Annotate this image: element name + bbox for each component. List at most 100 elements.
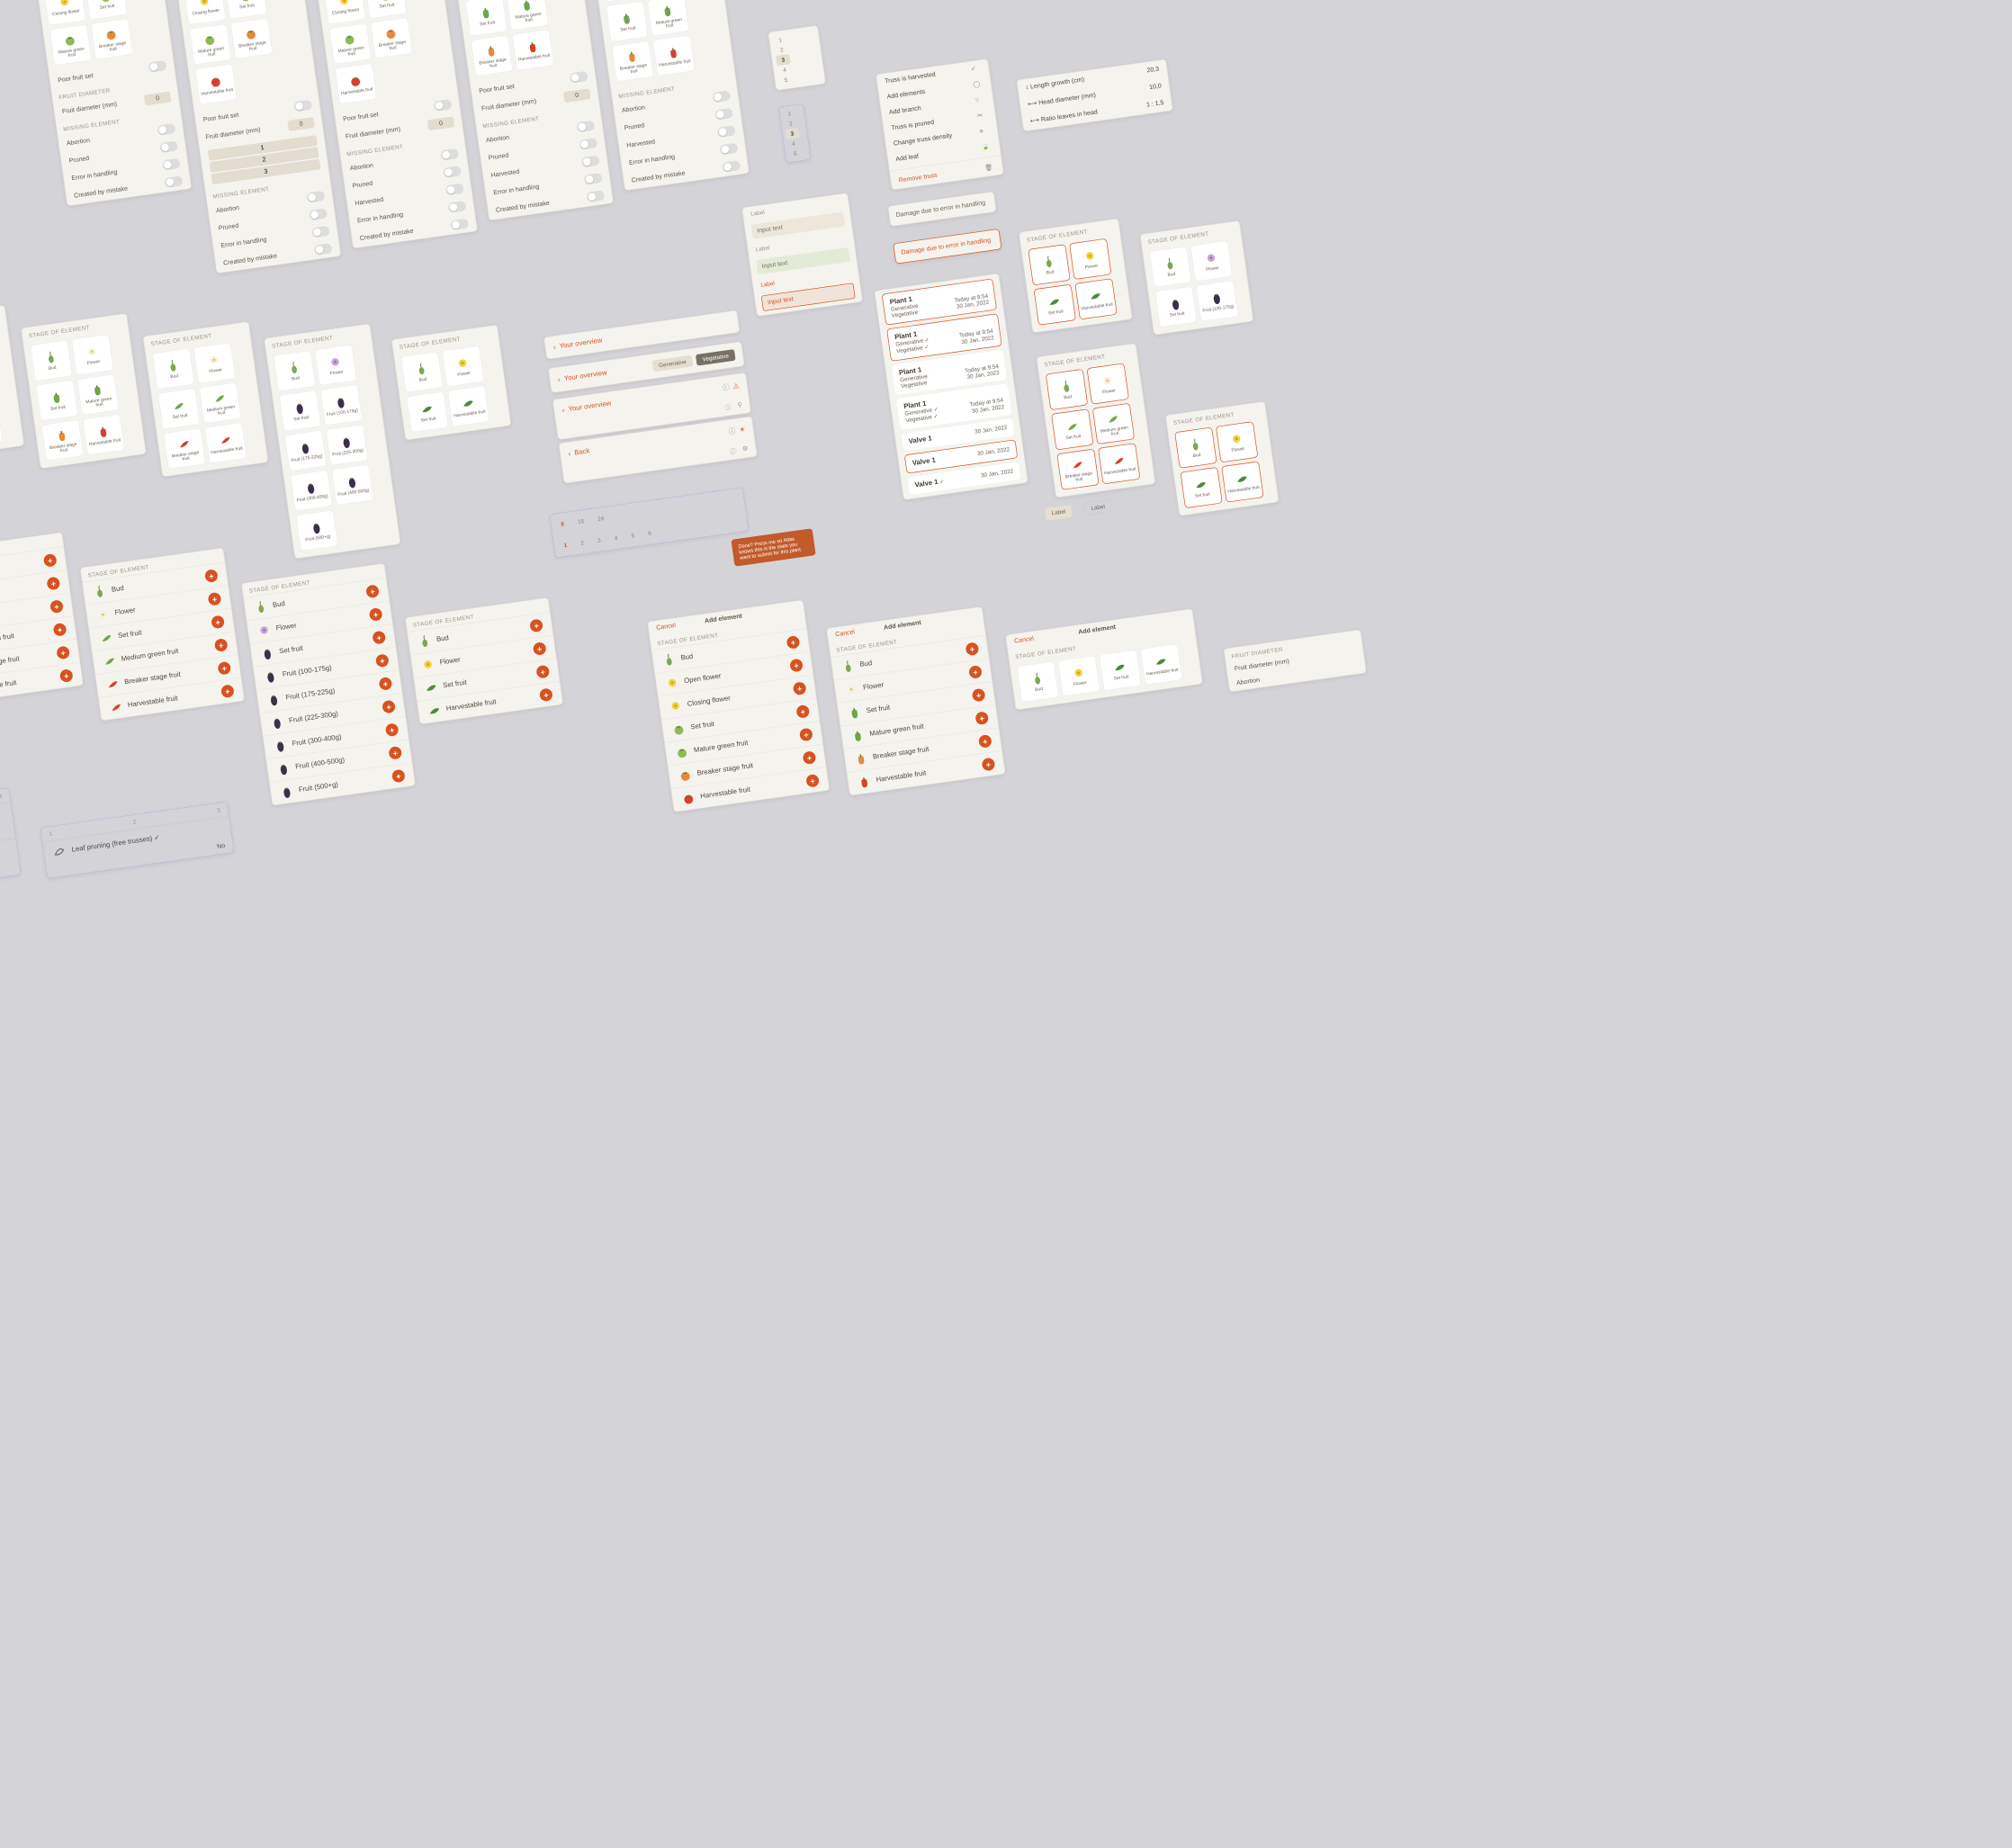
add-button[interactable]: + xyxy=(982,758,996,772)
cancel-button[interactable]: Cancel xyxy=(835,629,856,639)
add-button[interactable]: + xyxy=(803,750,817,765)
add-button[interactable]: + xyxy=(789,659,804,673)
add-button[interactable]: + xyxy=(53,623,67,637)
stage-tile[interactable]: Breaker stage fruit xyxy=(41,419,84,461)
stage-tile[interactable]: Medium green fruit xyxy=(1092,403,1135,444)
stage-tile[interactable]: Bud xyxy=(152,348,194,390)
add-button[interactable]: + xyxy=(59,668,74,683)
add-button[interactable]: + xyxy=(539,687,553,702)
add-button[interactable]: + xyxy=(799,728,813,742)
stage-tile[interactable]: Set fruit xyxy=(225,0,267,20)
stage-tile[interactable]: Harvestable fruit xyxy=(83,414,125,455)
stage-tile[interactable]: Flower xyxy=(1058,655,1100,696)
page-size-24[interactable]: 24 xyxy=(594,514,607,525)
stage-tile[interactable]: Fruit (500+g) xyxy=(296,510,338,552)
stage-tile[interactable]: Harvestable fruit xyxy=(512,29,554,70)
search-icon[interactable]: ⚲ xyxy=(737,401,742,408)
stage-tile[interactable]: Flower xyxy=(1087,363,1129,405)
stage-tile[interactable]: Set fruit xyxy=(36,380,78,421)
stage-tile[interactable]: Bud xyxy=(1149,247,1191,288)
stage-tile[interactable]: Harvestable fruit xyxy=(0,406,3,447)
toggle-abortion[interactable] xyxy=(157,123,175,136)
add-button[interactable]: + xyxy=(43,553,58,568)
stage-tile[interactable]: Flower xyxy=(193,342,236,383)
stage-tile[interactable]: Fruit (100-175g) xyxy=(320,384,363,426)
add-button[interactable]: + xyxy=(211,615,225,629)
add-button[interactable]: + xyxy=(975,711,989,725)
stage-tile[interactable]: Breaker stage fruit xyxy=(230,18,273,59)
add-button[interactable]: + xyxy=(46,577,60,591)
stage-tile[interactable]: Set fruit xyxy=(157,388,200,429)
toggle-mistake[interactable] xyxy=(165,175,184,188)
info-icon[interactable]: ⓘ xyxy=(722,381,730,392)
gear-icon[interactable]: ⚙ xyxy=(742,445,749,453)
chip-vegetative[interactable]: Vegetative xyxy=(696,349,736,366)
info-icon[interactable]: ⓘ xyxy=(724,402,732,412)
damage-card-sel[interactable]: Damage due to error in handling xyxy=(893,229,1002,264)
stage-tile[interactable]: Bud xyxy=(1046,369,1088,410)
stage-tile[interactable]: Harvestable fruit xyxy=(1140,643,1182,685)
stage-tile[interactable]: Closing flower xyxy=(323,0,365,24)
stage-tile[interactable]: Bud xyxy=(1017,661,1059,703)
stage-tile[interactable]: Fruit (300-400g) xyxy=(290,470,332,511)
stage-tile[interactable]: Mature green fruit xyxy=(76,374,119,416)
cancel-button[interactable]: Cancel xyxy=(1014,635,1035,645)
add-button[interactable]: + xyxy=(375,653,390,668)
stage-tile[interactable]: Harvestable fruit xyxy=(1074,278,1117,319)
stage-tile[interactable]: Flower xyxy=(1069,238,1111,280)
stage-tile[interactable]: Medium green fruit xyxy=(199,382,241,424)
add-button[interactable]: + xyxy=(966,641,980,656)
add-button[interactable]: + xyxy=(968,665,983,679)
stage-tile[interactable]: Fruit (175-225g) xyxy=(284,430,327,471)
add-button[interactable]: + xyxy=(220,684,235,698)
add-button[interactable]: + xyxy=(372,631,386,645)
stage-tile[interactable]: Breaker stage fruit xyxy=(1056,449,1099,490)
stage-tile[interactable]: Mature green fruit xyxy=(329,23,372,65)
chip-generative[interactable]: Generative xyxy=(651,355,693,372)
page-size-16[interactable]: 16 xyxy=(574,516,588,527)
stage-tile[interactable]: Fruit (225-300g) xyxy=(326,424,368,465)
stage-tile[interactable]: Breaker stage fruit xyxy=(370,17,412,58)
stage-tile[interactable]: Set fruit xyxy=(1181,467,1223,508)
stage-tile[interactable]: Breaker stage fruit xyxy=(471,35,513,76)
stage-tile[interactable]: Closing flower xyxy=(44,0,86,26)
toggle-error[interactable] xyxy=(162,158,181,171)
add-button[interactable]: + xyxy=(49,599,64,614)
stage-tile[interactable]: Set fruit xyxy=(279,390,321,432)
stage-tile[interactable]: Harvestable fruit xyxy=(1221,462,1263,503)
add-button[interactable]: + xyxy=(793,681,807,695)
stage-tile[interactable]: Flower xyxy=(1190,240,1233,282)
add-button[interactable]: + xyxy=(385,722,400,737)
stage-tile[interactable]: Harvestable fruit xyxy=(447,385,490,426)
add-button[interactable]: + xyxy=(379,677,393,691)
stage-tile[interactable]: Harvestable fruit xyxy=(335,63,377,104)
stage-tile[interactable]: Set fruit xyxy=(465,0,507,37)
chip-label[interactable]: Label xyxy=(1045,505,1073,521)
stage-tile[interactable]: Bud xyxy=(30,340,72,381)
stage-tile[interactable]: Fruit (400-500g) xyxy=(331,464,373,506)
info-icon[interactable]: ⓘ xyxy=(730,445,737,455)
stage-tile[interactable]: Set fruit xyxy=(85,0,127,20)
diameter-value[interactable]: 0 xyxy=(144,92,172,106)
add-button[interactable]: + xyxy=(805,774,820,788)
stage-tile[interactable]: Breaker stage fruit xyxy=(163,428,205,470)
stage-tile[interactable]: Harvestable fruit xyxy=(194,64,237,105)
stage-tile[interactable]: Flower xyxy=(442,345,484,387)
stage-tile[interactable]: Mature green fruit xyxy=(647,0,689,36)
stage-tile[interactable]: Mature green fruit xyxy=(49,24,92,66)
add-button[interactable]: + xyxy=(391,769,406,784)
stage-tile[interactable]: Mature green fruit xyxy=(507,0,549,31)
stage-tile[interactable]: Set fruit xyxy=(406,391,448,433)
add-button[interactable]: + xyxy=(214,638,229,652)
stage-tile[interactable]: Set fruit xyxy=(1034,284,1076,326)
add-button[interactable]: + xyxy=(369,607,383,622)
stage-tile[interactable]: Set fruit xyxy=(1154,286,1197,327)
stage-tile[interactable]: Flower xyxy=(71,334,113,375)
stage-tile[interactable]: Harvestable fruit xyxy=(652,35,695,76)
warning-icon[interactable]: ⚠ xyxy=(732,381,740,390)
add-button[interactable]: + xyxy=(972,688,986,703)
page-size-8[interactable]: 8 xyxy=(557,519,568,529)
stage-tile[interactable]: Bud xyxy=(1174,427,1217,469)
add-button[interactable]: + xyxy=(978,734,993,749)
add-button[interactable]: + xyxy=(786,635,801,650)
